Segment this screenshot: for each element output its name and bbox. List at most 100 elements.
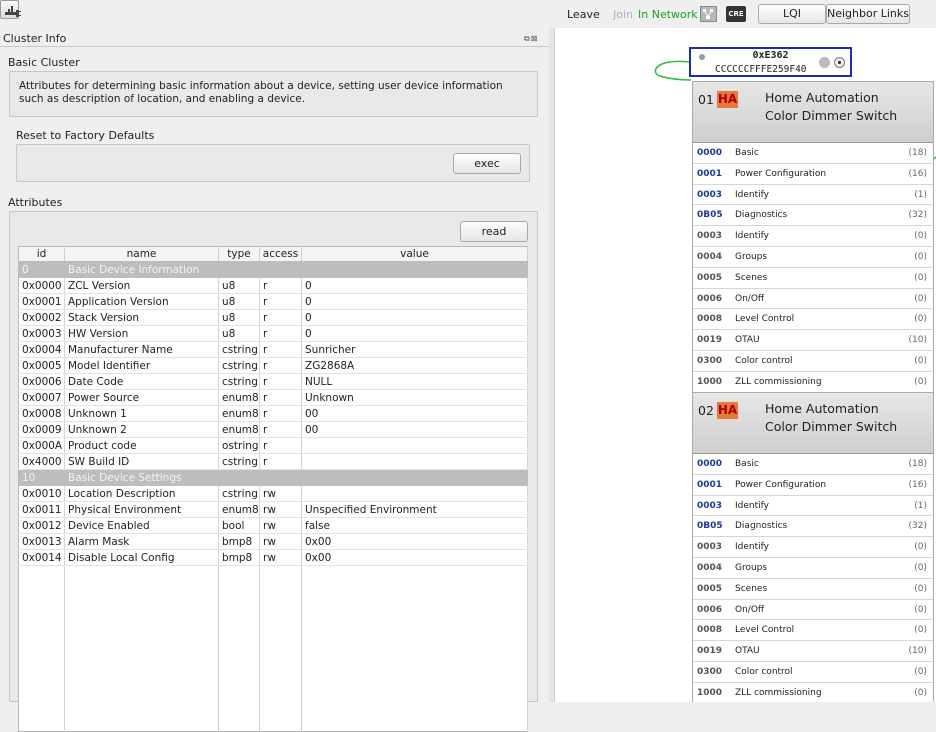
cluster-row[interactable]: 0003 Identify (1) — [693, 185, 933, 206]
column-header-access[interactable]: access — [259, 246, 302, 262]
cluster-name: Identify — [735, 189, 769, 200]
cluster-row[interactable]: 0005 Scenes (0) — [693, 268, 933, 289]
cell-name: SW Build ID — [64, 453, 219, 470]
column-header-type[interactable]: type — [218, 246, 260, 262]
attribute-group-row[interactable]: 10 Basic Device Settings — [18, 469, 528, 486]
cluster-attribute-count: (0) — [914, 687, 927, 698]
cell-access: r — [259, 389, 302, 406]
read-button[interactable]: read — [460, 221, 528, 242]
cluster-name: Identify — [735, 231, 769, 242]
cluster-name: Power Configuration — [735, 479, 827, 490]
cell-value: Unknown — [301, 389, 528, 406]
endpoint-header[interactable]: 02 HA Home Automation Color Dimmer Switch — [693, 393, 933, 454]
device-node[interactable]: 0xE362 CCCCCCFFFE259F40 — [689, 47, 852, 77]
cluster-name: Color control — [735, 355, 793, 366]
table-row[interactable]: 0x0011 Physical Environment enum8 rw Unspeci… — [18, 501, 528, 518]
table-row[interactable]: 0x0003 HW Version u8 r 0 — [18, 325, 528, 342]
cluster-row[interactable]: 0008 Level Control (0) — [693, 309, 933, 331]
cluster-row[interactable]: 0001 Power Configuration (16) — [693, 164, 933, 185]
column-header-name[interactable]: name — [64, 246, 219, 262]
cell-id: 0x000A — [18, 437, 65, 454]
cluster-name: Power Configuration — [735, 168, 827, 179]
cluster-row[interactable]: 0005 Scenes (0) — [693, 579, 933, 600]
cluster-row[interactable]: 0003 Identify (0) — [693, 537, 933, 558]
cluster-row[interactable]: 0004 Groups (0) — [693, 558, 933, 579]
cell-name: Model Identifier — [64, 357, 219, 374]
table-row[interactable]: 0x0006 Date Code cstring r NULL — [18, 373, 528, 390]
table-row[interactable]: 0x0012 Device Enabled bool rw false — [18, 517, 528, 534]
table-row[interactable]: 0x0005 Model Identifier cstring r ZG2868A — [18, 357, 528, 374]
cluster-list: 0000 Basic (18) 0001 Power Configuration (16)… — [693, 454, 933, 702]
cluster-attribute-count: (0) — [914, 251, 927, 262]
cluster-row[interactable]: 0006 On/Off (0) — [693, 289, 933, 310]
cluster-attribute-count: (18) — [908, 459, 927, 469]
endpoint-device-name: Color Dimmer Switch — [765, 419, 898, 434]
cell-name: Unknown 1 — [64, 405, 219, 422]
cluster-row[interactable]: 0004 Groups (0) — [693, 247, 933, 268]
cell-name: Device Enabled — [64, 517, 219, 534]
empty-cell — [259, 565, 302, 732]
table-row[interactable]: 0x0000 ZCL Version u8 r 0 — [18, 277, 528, 294]
table-row[interactable]: 0x0001 Application Version u8 r 0 — [18, 293, 528, 310]
cluster-row[interactable]: 0B05 Diagnostics (32) — [693, 516, 933, 538]
node-graph-view[interactable]: 0xE362 CCCCCCFFFE259F40 01 HA Home Automat… — [554, 28, 936, 702]
cell-name: Unknown 2 — [64, 421, 219, 438]
table-row[interactable]: 0x0009 Unknown 2 enum8 r 00 — [18, 421, 528, 438]
neighbor-links-button[interactable]: Neighbor Links — [826, 4, 910, 24]
network-icon[interactable] — [700, 6, 717, 22]
command-label: Reset to Factory Defaults — [16, 129, 155, 142]
dock-float-icon[interactable]: ⧉ — [524, 34, 531, 43]
endpoint-device-type: Home Automation Color Dimmer Switch — [765, 400, 897, 436]
table-row[interactable]: 0x0007 Power Source enum8 r Unknown — [18, 389, 528, 406]
cluster-row[interactable]: 1000 ZLL commissioning (0) — [693, 372, 933, 393]
dock-close-icon[interactable]: ⊠ — [531, 34, 539, 43]
cluster-name: Scenes — [735, 583, 768, 594]
cluster-row[interactable]: 0008 Level Control (0) — [693, 620, 933, 642]
attribute-group-row[interactable]: 0 Basic Device Information — [18, 261, 528, 278]
table-row[interactable]: 0x4000 SW Build ID cstring r — [18, 453, 528, 470]
plug-icon[interactable] — [6, 7, 22, 19]
cluster-row[interactable]: 0B05 Diagnostics (32) — [693, 205, 933, 227]
cluster-row[interactable]: 0006 On/Off (0) — [693, 600, 933, 621]
table-row[interactable]: 0x0008 Unknown 1 enum8 r 00 — [18, 405, 528, 422]
cluster-row[interactable]: 0300 Color control (0) — [693, 662, 933, 683]
cluster-row[interactable]: 0300 Color control (0) — [693, 351, 933, 372]
dock-title-divider — [0, 46, 549, 47]
cluster-id: 0300 — [697, 355, 723, 366]
cluster-row[interactable]: 1000 ZLL commissioning (0) — [693, 683, 933, 702]
cell-name: Application Version — [64, 293, 219, 310]
cluster-row[interactable]: 0003 Identify (1) — [693, 496, 933, 517]
attributes-table[interactable]: id name type access value 0 Basic Device … — [18, 246, 528, 732]
table-row[interactable]: 0x0004 Manufacturer Name cstring r Sunricher — [18, 341, 528, 358]
column-header-value[interactable]: value — [301, 246, 528, 262]
cluster-row[interactable]: 0001 Power Configuration (16) — [693, 475, 933, 496]
join-button[interactable]: Join — [613, 8, 633, 21]
table-row[interactable]: 0x0013 Alarm Mask bmp8 rw 0x00 — [18, 533, 528, 550]
column-header-id[interactable]: id — [18, 246, 65, 262]
cell-id: 0 — [18, 261, 65, 278]
empty-cell — [18, 565, 65, 732]
table-row[interactable]: 0x000A Product code ostring r — [18, 437, 528, 454]
lqi-button[interactable]: LQI — [758, 4, 826, 24]
cluster-attribute-count: (0) — [914, 562, 927, 573]
table-row[interactable]: 0x0010 Location Description cstring rw — [18, 485, 528, 502]
cluster-attribute-count: (0) — [914, 376, 927, 387]
endpoint-box[interactable]: 01 HA Home Automation Color Dimmer Switch 00… — [692, 81, 934, 394]
cell-value — [301, 485, 528, 502]
exec-button[interactable]: exec — [453, 153, 521, 174]
cluster-row[interactable]: 0019 OTAU (10) — [693, 330, 933, 351]
cell-access: r — [259, 405, 302, 422]
table-row[interactable]: 0x0014 Disable Local Config bmp8 rw 0x00 — [18, 549, 528, 566]
cluster-row[interactable]: 0003 Identify (0) — [693, 226, 933, 247]
cluster-list: 0000 Basic (18) 0001 Power Configuration (16)… — [693, 143, 933, 393]
leave-button[interactable]: Leave — [567, 8, 600, 21]
table-row[interactable]: 0x0002 Stack Version u8 r 0 — [18, 309, 528, 326]
cell-access: r — [259, 437, 302, 454]
cluster-row[interactable]: 0000 Basic (18) — [693, 143, 933, 164]
endpoint-header[interactable]: 01 HA Home Automation Color Dimmer Switch — [693, 82, 933, 143]
endpoint-box[interactable]: 02 HA Home Automation Color Dimmer Switch 00… — [692, 392, 934, 702]
attributes-table-body: 0 Basic Device Information 0x0000 ZCL Versi… — [18, 261, 528, 732]
cluster-row[interactable]: 0000 Basic (18) — [693, 454, 933, 475]
cre-icon[interactable]: CRE — [726, 6, 746, 22]
cluster-row[interactable]: 0019 OTAU (10) — [693, 641, 933, 662]
